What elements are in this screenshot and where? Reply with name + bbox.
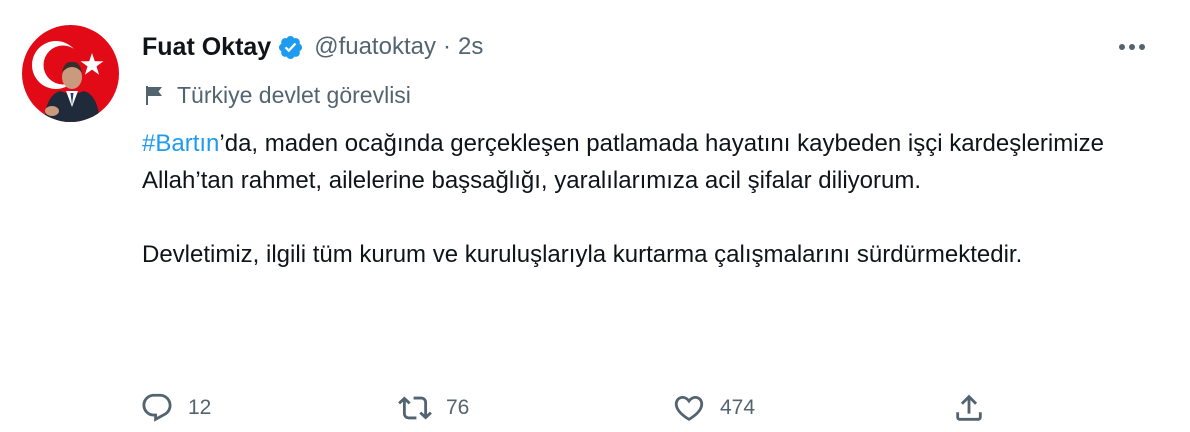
- avatar-image: [22, 25, 119, 122]
- like-count: 474: [720, 396, 756, 419]
- flag-icon: [143, 84, 165, 106]
- tweet-text: #Bartın’da, maden ocağında gerçekleşen p…: [142, 125, 1152, 273]
- verified-badge-icon: [277, 34, 304, 61]
- more-dots-icon: [1119, 44, 1145, 50]
- tweet-header: Fuat Oktay @fuatoktay · 2s: [142, 30, 483, 64]
- tweet-timestamp[interactable]: 2s: [458, 33, 483, 61]
- author-name[interactable]: Fuat Oktay: [142, 33, 271, 62]
- share-button[interactable]: [952, 388, 986, 428]
- retweet-icon: [398, 396, 432, 420]
- hashtag-link[interactable]: #Bartın: [142, 130, 219, 157]
- like-button[interactable]: 474: [672, 388, 755, 428]
- tweet-paragraph-text: ’da, maden ocağında gerçekleşen patlamad…: [142, 130, 1104, 194]
- tweet-paragraph: #Bartın’da, maden ocağında gerçekleşen p…: [142, 125, 1152, 199]
- retweet-count: 76: [446, 396, 470, 419]
- more-options-button[interactable]: [1114, 34, 1150, 60]
- government-label[interactable]: Türkiye devlet görevlisi: [143, 80, 411, 110]
- heart-icon: [674, 395, 704, 421]
- retweet-button[interactable]: 76: [398, 388, 469, 428]
- author-handle[interactable]: @fuatoktay: [314, 33, 436, 61]
- tweet-actions: 12 76 474: [140, 388, 1000, 428]
- tweet-paragraph: Devletimiz, ilgili tüm kurum ve kuruluşl…: [142, 241, 1023, 268]
- separator-dot: ·: [442, 33, 451, 60]
- avatar[interactable]: [22, 25, 119, 122]
- share-icon: [956, 394, 982, 421]
- reply-button[interactable]: 12: [140, 388, 211, 428]
- government-label-text: Türkiye devlet görevlisi: [177, 81, 411, 108]
- reply-count: 12: [188, 396, 212, 419]
- reply-icon: [142, 393, 172, 422]
- tweet: Fuat Oktay @fuatoktay · 2s Türkiye devle…: [0, 0, 1190, 432]
